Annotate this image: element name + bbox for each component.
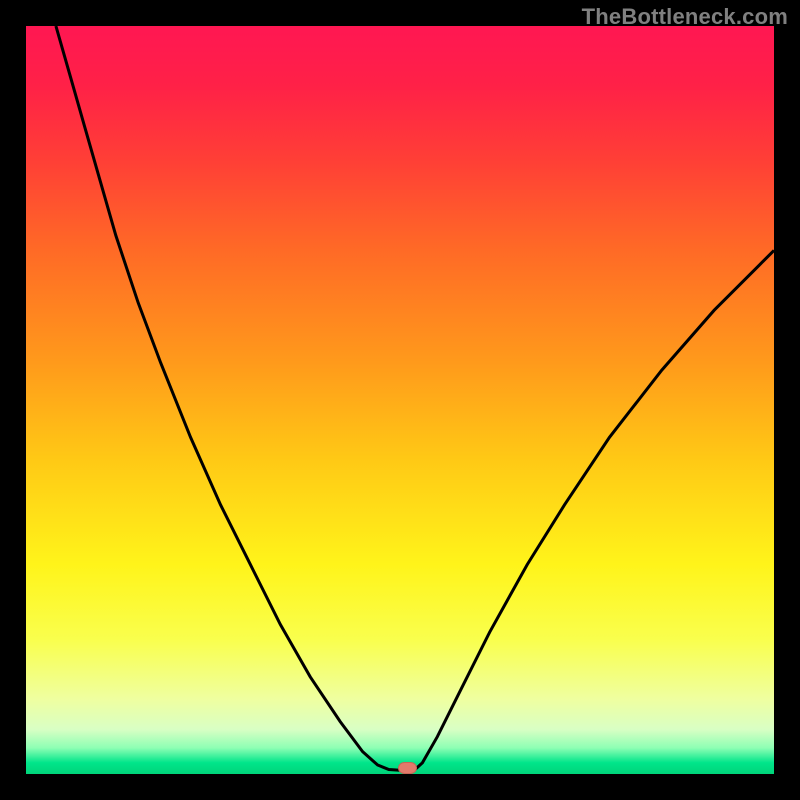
gradient-rect <box>26 26 774 774</box>
plot-area <box>26 26 774 774</box>
optimum-marker <box>399 763 417 774</box>
watermark-text: TheBottleneck.com <box>582 4 788 30</box>
chart-svg <box>26 26 774 774</box>
chart-frame: TheBottleneck.com <box>0 0 800 800</box>
